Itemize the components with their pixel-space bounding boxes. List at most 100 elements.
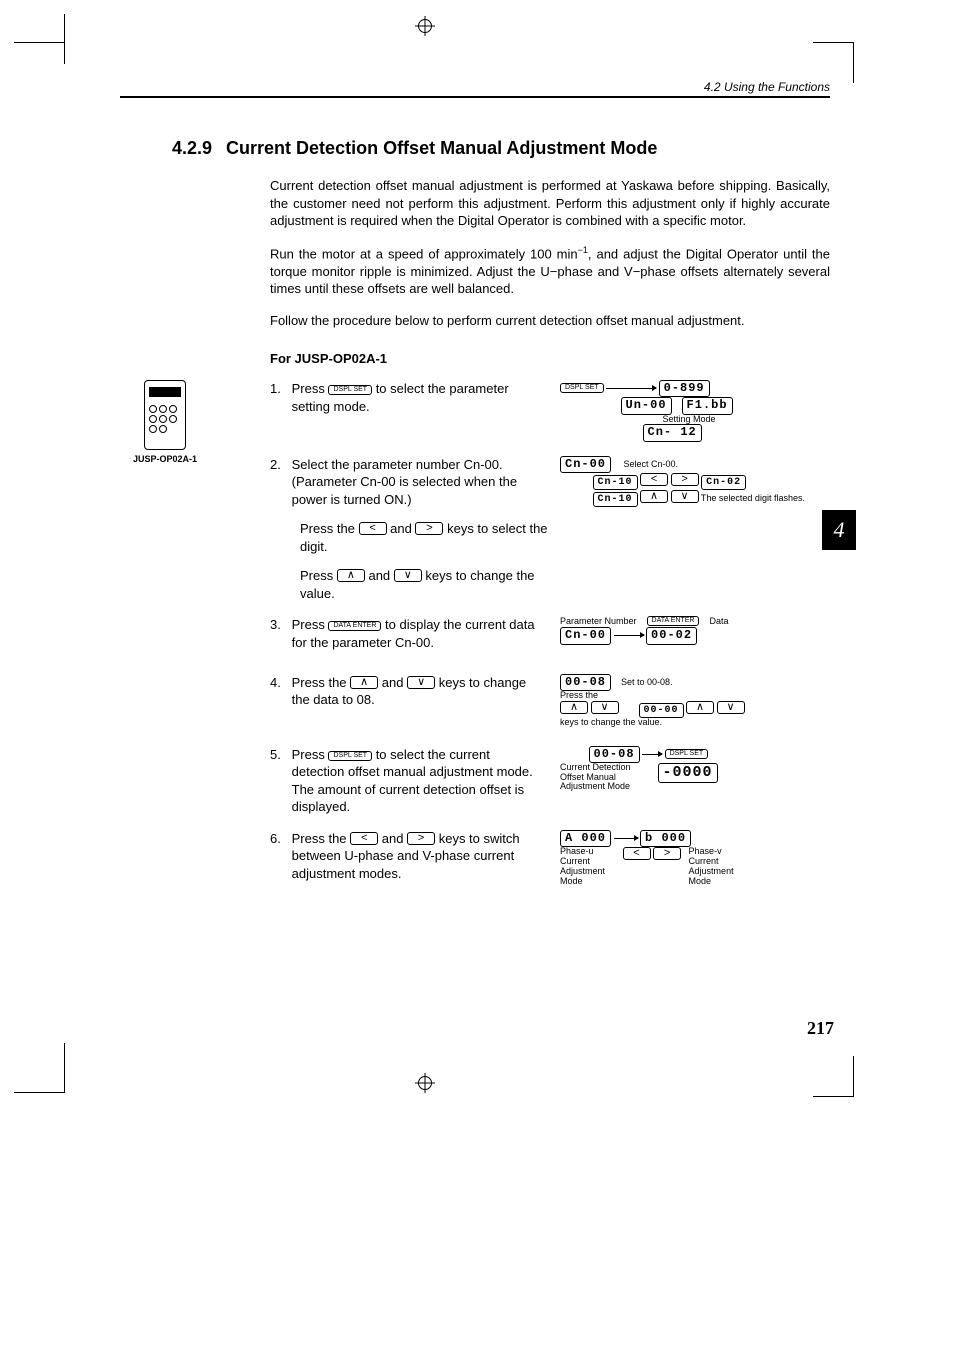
device-figure: JUSP-OP02A-1 — [125, 380, 205, 464]
seven-seg-display: A 000 — [560, 830, 611, 847]
step-text: Press the ∧ and ∨ keys to change the dat… — [292, 674, 542, 709]
data-enter-key-icon: DATA ENTER — [328, 621, 381, 631]
illustration: 00-08 DSPL SET Current Detection Offset … — [550, 746, 830, 793]
down-key-icon: ∨ — [394, 569, 422, 582]
seven-seg-display: 00-08 — [589, 746, 640, 763]
right-key-icon: > — [671, 473, 699, 486]
seven-seg-display: Cn-00 — [560, 627, 611, 644]
dspl-set-key-icon: DSPL SET — [328, 751, 372, 761]
crop-mark — [813, 1056, 854, 1097]
illustration-label: Set to 00-08. — [621, 677, 673, 687]
seven-seg-display: Cn-00 — [560, 456, 611, 473]
section-number: 4.2.9 — [172, 138, 212, 158]
text-run: Press — [292, 617, 329, 632]
paragraph: Follow the procedure below to perform cu… — [270, 312, 830, 330]
step-text: Press DATA ENTER to display the current … — [292, 616, 542, 651]
seven-seg-display: Un-00 — [621, 397, 672, 414]
step-number: 3. — [270, 616, 288, 634]
up-key-icon: ∧ — [560, 701, 588, 714]
seven-seg-display: b 000 — [640, 830, 691, 847]
step-text: Press DSPL SET to select the parameter s… — [292, 380, 542, 415]
up-key-icon: ∧ — [337, 569, 365, 582]
step-number: 2. — [270, 456, 288, 474]
data-enter-key-icon: DATA ENTER — [647, 616, 700, 626]
seven-seg-display: Cn- 12 — [643, 424, 702, 441]
superscript: −1 — [578, 245, 588, 255]
step-row: 3. Press DATA ENTER to display the curre… — [270, 616, 830, 651]
seven-seg-display: Cn-10 — [593, 475, 638, 490]
text-run: Press the — [292, 675, 351, 690]
illustration-label: keys to change the value. — [560, 717, 662, 727]
arrow-icon — [606, 388, 656, 389]
step-number: 4. — [270, 674, 288, 692]
step-row: 2. Select the parameter number Cn-00. (P… — [270, 456, 830, 509]
section-title: 4.2.9 Current Detection Offset Manual Adj… — [172, 138, 830, 159]
illustration: Parameter Number DATA ENTER Data Cn-00 0… — [550, 616, 830, 644]
seven-seg-display: 00-00 — [639, 703, 684, 718]
text-run: Press the — [300, 521, 359, 536]
seven-seg-display: F1.bb — [682, 397, 733, 414]
illustration: Cn-00 Select Cn-00. Cn-10 < > Cn-02 Cn-1… — [550, 456, 830, 507]
step-number: 1. — [270, 380, 288, 398]
step-text: Select the parameter number Cn-00. (Para… — [292, 456, 542, 509]
subheading: For JUSP-OP02A-1 — [270, 351, 830, 366]
register-mark-bottom — [415, 1073, 435, 1093]
illustration-label: Setting Mode — [663, 414, 716, 424]
step-text: Press the < and > keys to switch between… — [292, 830, 542, 883]
sub-step: Press ∧ and ∨ keys to change the value. — [300, 567, 550, 602]
seven-seg-display: 00-02 — [646, 627, 697, 644]
crop-mark — [14, 1092, 64, 1093]
page-content: 4.2 Using the Functions 4.2.9 Current Det… — [120, 70, 830, 886]
seven-seg-display: -0000 — [658, 763, 718, 784]
down-key-icon: ∨ — [407, 676, 435, 689]
illustration: DSPL SET 0-899 Un-00 F1.bb Setting Mode … — [550, 380, 830, 441]
down-key-icon: ∨ — [717, 701, 745, 714]
illustration-label: Select Cn-00. — [624, 459, 679, 469]
illustration-label: Phase-u Current Adjustment Mode — [560, 847, 620, 887]
down-key-icon: ∨ — [671, 490, 699, 503]
illustration-label: Parameter Number — [560, 616, 637, 626]
step-row: 1. Press DSPL SET to select the paramete… — [270, 380, 830, 441]
step-number: 5. — [270, 746, 288, 764]
text-run: and — [368, 568, 393, 583]
page-number: 217 — [807, 1018, 834, 1039]
crop-mark — [14, 42, 64, 44]
step-row: 6. Press the < and > keys to switch betw… — [270, 830, 830, 887]
down-key-icon: ∨ — [591, 701, 619, 714]
illustration-label: Phase-v Current Adjustment Mode — [689, 847, 749, 887]
step-row: 4. Press the ∧ and ∨ keys to change the … — [270, 674, 830, 728]
left-key-icon: < — [623, 847, 651, 860]
left-key-icon: < — [350, 832, 378, 845]
step-row: 5. Press DSPL SET to select the current … — [270, 746, 830, 816]
register-mark-top — [415, 16, 435, 36]
dspl-set-key-icon: DSPL SET — [665, 749, 709, 759]
text-run: and — [390, 521, 415, 536]
arrow-icon — [614, 838, 638, 839]
device-label: JUSP-OP02A-1 — [125, 454, 205, 464]
seven-seg-display: Cn-02 — [701, 475, 746, 490]
illustration-label: Current Detection Offset Manual Adjustme… — [560, 763, 655, 793]
running-head: 4.2 Using the Functions — [120, 80, 830, 98]
right-key-icon: > — [653, 847, 681, 860]
up-key-icon: ∧ — [686, 701, 714, 714]
text-run: Press — [300, 568, 337, 583]
right-key-icon: > — [415, 522, 443, 535]
text-run: Press — [292, 381, 329, 396]
seven-seg-display: Cn-10 — [593, 492, 638, 507]
seven-seg-display: 00-08 — [560, 674, 611, 691]
dspl-set-key-icon: DSPL SET — [560, 383, 604, 393]
up-key-icon: ∧ — [350, 676, 378, 689]
arrow-icon — [614, 635, 644, 636]
paragraph: Current detection offset manual adjustme… — [270, 177, 830, 230]
illustration: 00-08 Set to 00-08. Press the ∧ ∨ 00-00 … — [550, 674, 830, 728]
text-run: and — [382, 675, 407, 690]
illustration-label: Press the — [560, 690, 598, 700]
crop-mark — [36, 1043, 65, 1093]
crop-mark — [36, 14, 65, 64]
section-title-text: Current Detection Offset Manual Adjustme… — [226, 138, 657, 158]
illustration-label: The selected digit flashes. — [701, 493, 805, 503]
step-number: 6. — [270, 830, 288, 848]
right-key-icon: > — [407, 832, 435, 845]
text-run: and — [382, 831, 407, 846]
paragraph: Run the motor at a speed of approximatel… — [270, 244, 830, 298]
